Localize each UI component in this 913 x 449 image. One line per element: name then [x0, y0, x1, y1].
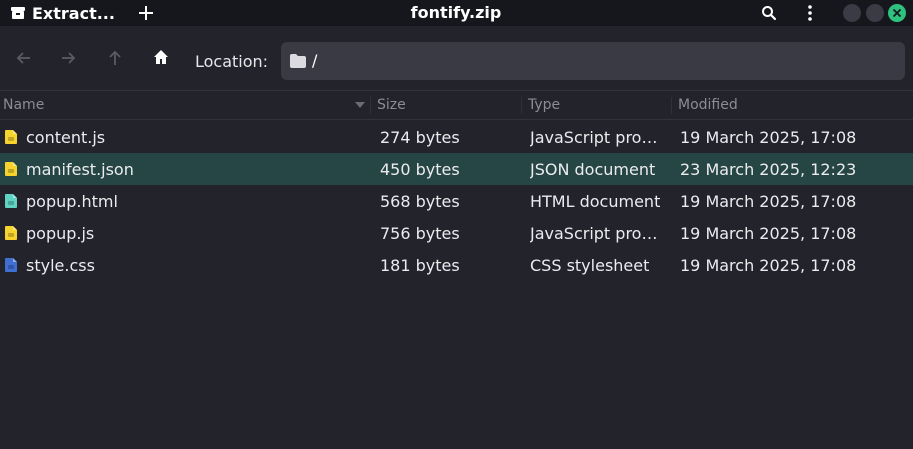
column-separator[interactable] — [671, 97, 672, 114]
location-field[interactable]: / — [281, 42, 905, 80]
search-icon — [762, 6, 777, 21]
back-button[interactable] — [15, 50, 33, 66]
file-row[interactable]: content.js 274 bytes JavaScript pro… 19 … — [0, 121, 913, 153]
search-button[interactable] — [759, 3, 779, 23]
column-separator[interactable] — [370, 97, 371, 114]
file-type: JavaScript pro… — [530, 128, 658, 147]
vertical-dots-icon — [808, 5, 812, 21]
archive-extract-icon — [11, 6, 25, 20]
maximize-button[interactable] — [866, 4, 884, 22]
column-header-size[interactable]: Size — [377, 97, 406, 114]
home-icon — [154, 50, 168, 64]
title-bar: Extract... fontify.zip — [0, 0, 913, 26]
file-modified: 19 March 2025, 17:08 — [680, 128, 857, 147]
file-name: popup.html — [26, 192, 118, 211]
file-name: popup.js — [26, 224, 95, 243]
plus-icon — [139, 6, 153, 20]
file-modified: 23 March 2025, 12:23 — [680, 160, 857, 179]
file-type: JavaScript pro… — [530, 224, 658, 243]
file-name: content.js — [26, 128, 106, 147]
file-modified: 19 March 2025, 17:08 — [680, 256, 857, 275]
location-path: / — [312, 51, 318, 70]
archive-manager-window: Extract... fontify.zip Location: / Name … — [0, 0, 913, 449]
file-size: 568 bytes — [380, 192, 460, 211]
home-button[interactable] — [152, 48, 170, 66]
json-file-icon — [5, 162, 17, 176]
file-row[interactable]: popup.js 756 bytes JavaScript pro… 19 Ma… — [0, 217, 913, 249]
arrow-left-icon — [16, 52, 30, 64]
file-row[interactable]: style.css 181 bytes CSS stylesheet 19 Ma… — [0, 249, 913, 281]
file-name: manifest.json — [26, 160, 134, 179]
column-header-type[interactable]: Type — [528, 97, 560, 114]
file-size: 756 bytes — [380, 224, 460, 243]
add-files-button[interactable] — [136, 3, 156, 23]
location-toolbar: Location: / — [0, 26, 913, 90]
file-size: 450 bytes — [380, 160, 460, 179]
extract-label: Extract... — [32, 3, 115, 23]
column-header-name[interactable]: Name — [3, 97, 44, 114]
forward-button[interactable] — [59, 50, 77, 66]
extract-button[interactable]: Extract... — [11, 3, 115, 23]
location-label: Location: — [195, 52, 269, 71]
html-file-icon — [5, 194, 17, 208]
file-name: style.css — [26, 256, 95, 275]
file-modified: 19 March 2025, 17:08 — [680, 224, 857, 243]
minimize-button[interactable] — [843, 4, 861, 22]
file-size: 181 bytes — [380, 256, 460, 275]
file-row[interactable]: popup.html 568 bytes HTML document 19 Ma… — [0, 185, 913, 217]
up-button[interactable] — [106, 50, 124, 66]
close-icon — [892, 8, 902, 18]
arrow-up-icon — [109, 50, 121, 65]
folder-icon — [290, 54, 306, 68]
main-menu-button[interactable] — [800, 3, 820, 23]
javascript-file-icon — [5, 226, 17, 240]
window-title: fontify.zip — [410, 3, 502, 22]
file-row[interactable]: manifest.json 450 bytes JSON document 23… — [0, 153, 913, 185]
arrow-right-icon — [62, 52, 76, 64]
close-button[interactable] — [888, 4, 906, 22]
file-modified: 19 March 2025, 17:08 — [680, 192, 857, 211]
file-size: 274 bytes — [380, 128, 460, 147]
file-list: content.js 274 bytes JavaScript pro… 19 … — [0, 121, 913, 281]
file-type: HTML document — [530, 192, 661, 211]
file-type: CSS stylesheet — [530, 256, 650, 275]
css-file-icon — [5, 258, 17, 272]
file-type: JSON document — [530, 160, 656, 179]
sort-descending-icon — [355, 102, 365, 108]
column-separator[interactable] — [521, 97, 522, 114]
column-header-row: Name Size Type Modified — [0, 90, 913, 120]
column-header-modified[interactable]: Modified — [678, 97, 738, 114]
javascript-file-icon — [5, 130, 17, 144]
